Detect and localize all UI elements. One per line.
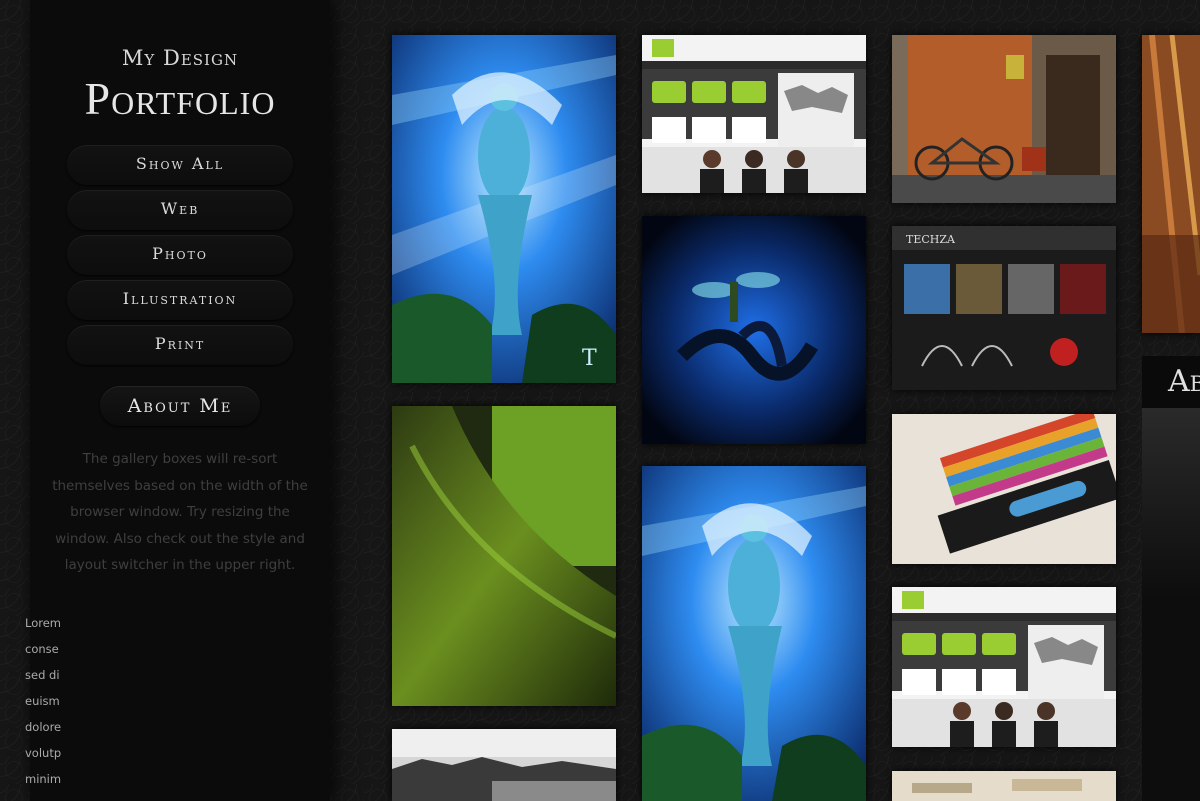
gallery-tile-color-cards[interactable] bbox=[892, 414, 1116, 564]
gallery-tile-blue-dragonfly[interactable] bbox=[642, 216, 866, 444]
gallery-tile-harbor[interactable] bbox=[392, 729, 616, 801]
site-title: Portfolio bbox=[84, 73, 276, 124]
filter-nav: Show All Web Photo Illustration Print bbox=[67, 145, 293, 370]
ice-goddess-illustration: T bbox=[392, 35, 616, 383]
site-subtitle: My Design bbox=[121, 46, 239, 70]
svg-text:TECHZA: TECHZA bbox=[906, 233, 956, 246]
about-me-button[interactable]: About Me bbox=[100, 386, 260, 426]
gallery-tile-bicycle[interactable] bbox=[892, 35, 1116, 203]
about-panel-text: Lorem conse sed di euism dolore volutp m… bbox=[25, 610, 85, 792]
mossy-tree-root-photo bbox=[392, 406, 616, 706]
gallery-tile-robots[interactable]: TECHZA bbox=[892, 226, 1116, 390]
harbor-town-photo bbox=[392, 729, 616, 801]
about-panel-photo bbox=[1142, 408, 1200, 598]
about-panel bbox=[1142, 408, 1200, 801]
partial-photo-right bbox=[1142, 35, 1200, 333]
about-line: Lorem bbox=[25, 616, 61, 630]
web-template-screenshot bbox=[642, 35, 866, 193]
bicycle-doorway-photo bbox=[892, 35, 1116, 203]
filter-show-all-button[interactable]: Show All bbox=[67, 145, 293, 185]
gallery-tile-ice-goddess-2[interactable] bbox=[642, 466, 866, 801]
about-panel-heading: About bbox=[1142, 356, 1200, 408]
robot-characters-web: TECHZA bbox=[892, 226, 1116, 390]
gallery-tile-mossy-root[interactable] bbox=[392, 406, 616, 706]
filter-print-button[interactable]: Print bbox=[67, 325, 293, 365]
svg-text:T: T bbox=[582, 346, 597, 371]
print-partial-bottom bbox=[892, 771, 1116, 801]
gallery-tile-web-template-2[interactable] bbox=[892, 587, 1116, 747]
about-line: volutp bbox=[25, 746, 62, 760]
filter-illustration-button[interactable]: Illustration bbox=[67, 280, 293, 320]
gallery-tile-ice-goddess[interactable]: T bbox=[392, 35, 616, 383]
filter-web-button[interactable]: Web bbox=[67, 190, 293, 230]
about-line: minim bbox=[25, 772, 62, 786]
about-line: dolore bbox=[25, 720, 62, 734]
about-description: The gallery boxes will re-sort themselve… bbox=[52, 451, 308, 573]
about-line: euism bbox=[25, 694, 60, 708]
gallery-tile-web-template[interactable] bbox=[642, 35, 866, 193]
about-line: conse bbox=[25, 642, 59, 656]
ice-goddess-illustration-2 bbox=[642, 466, 866, 801]
blue-snake-dragonfly bbox=[642, 216, 866, 444]
about-line: sed di bbox=[25, 668, 60, 682]
gallery-tile-partial-right[interactable] bbox=[1142, 35, 1200, 333]
filter-photo-button[interactable]: Photo bbox=[67, 235, 293, 275]
color-cards-print bbox=[892, 414, 1116, 564]
gallery-tile-print-partial[interactable] bbox=[892, 771, 1116, 801]
web-template-screenshot-2 bbox=[892, 587, 1116, 747]
